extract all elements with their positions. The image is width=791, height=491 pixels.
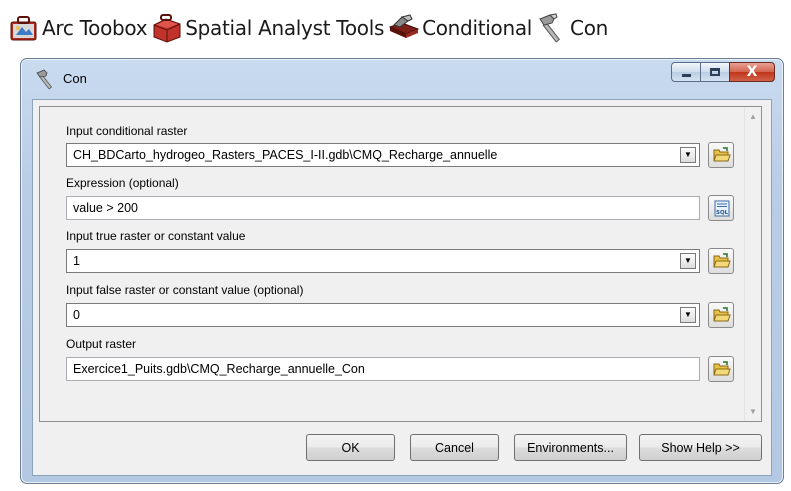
breadcrumb-item-spatial-analyst[interactable]: Spatial Analyst Tools <box>151 13 388 43</box>
close-button[interactable]: X <box>729 62 775 82</box>
input-false-browse-button[interactable] <box>708 302 734 328</box>
breadcrumb-item-con[interactable]: Con <box>536 13 612 43</box>
hammer-icon <box>536 13 570 43</box>
minimize-icon <box>681 73 691 77</box>
input-false-value: 0 <box>73 308 80 322</box>
breadcrumb-label: Arc Toobox <box>42 16 148 40</box>
dropdown-arrow-icon[interactable]: ▼ <box>680 307 696 323</box>
arctoolbox-icon <box>8 13 42 43</box>
breadcrumb-label: Spatial Analyst Tools <box>185 16 385 40</box>
input-false-label: Input false raster or constant value (op… <box>66 283 304 297</box>
open-folder-icon <box>713 361 731 376</box>
toolset-icon <box>388 13 422 43</box>
open-folder-icon <box>713 147 731 162</box>
open-folder-icon <box>713 253 731 268</box>
scroll-up-icon[interactable]: ▲ <box>749 112 757 121</box>
show-help-button[interactable]: Show Help >> <box>639 434 762 461</box>
output-raster-label: Output raster <box>66 337 137 351</box>
output-raster-value: Exercice1_Puits.gdb\CMQ_Recharge_annuell… <box>73 362 365 376</box>
sql-icon: SQL <box>714 200 730 217</box>
expression-label: Expression (optional) <box>66 176 179 190</box>
window-controls: X <box>671 62 775 82</box>
expression-value: value > 200 <box>73 201 138 215</box>
breadcrumb-label: Conditional <box>422 16 533 40</box>
close-icon: X <box>746 64 758 80</box>
open-folder-icon <box>713 307 731 322</box>
breadcrumb: Arc Toobox Spatial Analyst Tools Conditi… <box>8 11 612 45</box>
hammer-icon <box>35 68 57 90</box>
input-conditional-raster-browse-button[interactable] <box>708 142 734 168</box>
input-false-combobox[interactable]: 0 ▼ <box>66 303 700 327</box>
dialog-client-area: Input conditional raster CH_BDCarto_hydr… <box>32 99 772 476</box>
ok-button[interactable]: OK <box>306 434 395 461</box>
breadcrumb-label: Con <box>570 16 609 40</box>
input-true-label: Input true raster or constant value <box>66 229 246 243</box>
environments-button[interactable]: Environments... <box>514 434 627 461</box>
input-true-combobox[interactable]: 1 ▼ <box>66 249 700 273</box>
title-bar[interactable]: Con X <box>21 59 783 99</box>
breadcrumb-item-conditional[interactable]: Conditional <box>388 13 536 43</box>
expression-input[interactable]: value > 200 <box>66 196 700 220</box>
minimize-button[interactable] <box>671 62 700 82</box>
dropdown-arrow-icon[interactable]: ▼ <box>680 147 696 163</box>
scroll-down-icon[interactable]: ▼ <box>749 407 757 416</box>
sql-builder-button[interactable]: SQL <box>708 195 734 221</box>
input-conditional-raster-combobox[interactable]: CH_BDCarto_hydrogeo_Rasters_PACES_I-II.g… <box>66 143 700 167</box>
vertical-scrollbar[interactable]: ▲ ▼ <box>744 107 761 421</box>
output-raster-browse-button[interactable] <box>708 356 734 382</box>
maximize-button[interactable] <box>700 62 729 82</box>
toolbox-icon <box>151 13 185 43</box>
dropdown-arrow-icon[interactable]: ▼ <box>680 253 696 269</box>
parameters-panel: Input conditional raster CH_BDCarto_hydr… <box>39 106 762 422</box>
output-raster-input[interactable]: Exercice1_Puits.gdb\CMQ_Recharge_annuell… <box>66 357 700 381</box>
svg-text:SQL: SQL <box>716 210 729 216</box>
breadcrumb-item-arctoolbox[interactable]: Arc Toobox <box>8 13 151 43</box>
maximize-icon <box>710 68 720 76</box>
input-conditional-raster-value: CH_BDCarto_hydrogeo_Rasters_PACES_I-II.g… <box>73 148 498 162</box>
window-title: Con <box>63 71 87 86</box>
cancel-button[interactable]: Cancel <box>410 434 499 461</box>
input-true-browse-button[interactable] <box>708 248 734 274</box>
input-true-value: 1 <box>73 254 80 268</box>
con-dialog-window: Con X Input conditional raster CH_BDCart… <box>20 58 784 484</box>
input-conditional-raster-label: Input conditional raster <box>66 124 188 138</box>
